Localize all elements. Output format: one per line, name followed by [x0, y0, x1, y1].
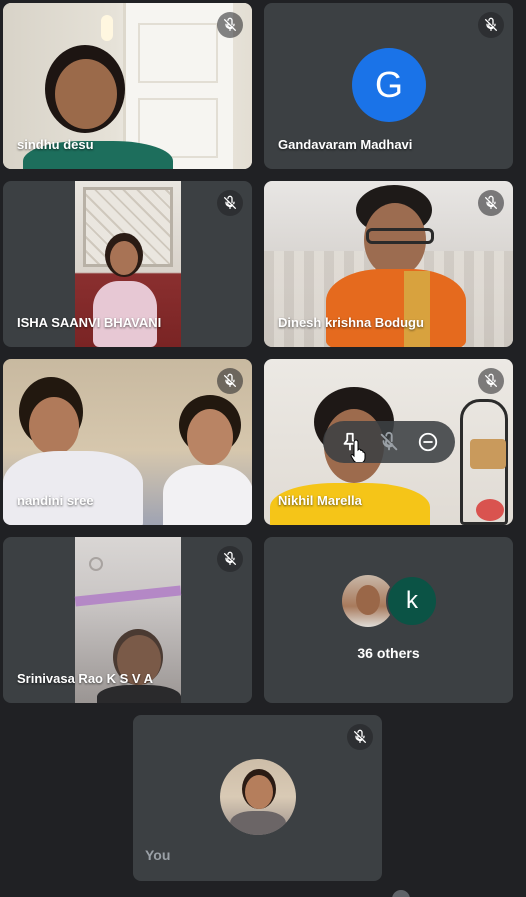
participant-name: nandini sree [17, 493, 94, 508]
remove-icon [418, 432, 437, 452]
self-avatar [220, 759, 296, 835]
self-label: You [145, 847, 171, 863]
avatar: k [386, 575, 438, 627]
participant-name: Nikhil Marella [278, 493, 362, 508]
scroll-indicator [392, 890, 410, 897]
participant-name: Srinivasa Rao K S V A [17, 671, 154, 686]
mic-off-icon [347, 724, 373, 750]
participant-name: Dinesh krishna Bodugu [278, 315, 424, 330]
mic-off-icon [217, 368, 243, 394]
mic-off-icon [478, 190, 504, 216]
participant-hover-controls [323, 421, 455, 463]
mic-off-icon [217, 12, 243, 38]
self-tile[interactable]: You [133, 715, 382, 881]
remove-participant-button[interactable] [413, 427, 443, 457]
others-tile[interactable]: k 36 others [264, 537, 513, 703]
avatar-letter: G [374, 64, 403, 105]
participant-name: sindhu desu [17, 137, 94, 152]
participant-tile-isha-saanvi-bhavani[interactable]: ISHA SAANVI BHAVANI [3, 181, 252, 347]
participant-name: Gandavaram Madhavi [278, 137, 413, 152]
mic-off-icon [478, 12, 504, 38]
participant-tile-nandini-sree[interactable]: nandini sree [3, 359, 252, 525]
others-count-label: 36 others [357, 645, 420, 661]
mic-off-icon [217, 190, 243, 216]
participant-tile-sindhu-desu[interactable]: sindhu desu [3, 3, 252, 169]
participant-tile-gandavaram-madhavi[interactable]: G Gandavaram Madhavi [264, 3, 513, 169]
participant-name: ISHA SAANVI BHAVANI [17, 315, 162, 330]
hand-cursor-icon [350, 438, 368, 464]
mute-participant-button[interactable] [374, 427, 404, 457]
avatar: G [352, 48, 426, 122]
avatar-letter: k [406, 587, 418, 614]
mic-off-icon [380, 431, 398, 451]
participant-tile-dinesh-krishna-bodugu[interactable]: Dinesh krishna Bodugu [264, 181, 513, 347]
mic-off-icon [478, 368, 504, 394]
participant-tile-srinivasa-rao[interactable]: Srinivasa Rao K S V A [3, 537, 252, 703]
mic-off-icon [217, 546, 243, 572]
